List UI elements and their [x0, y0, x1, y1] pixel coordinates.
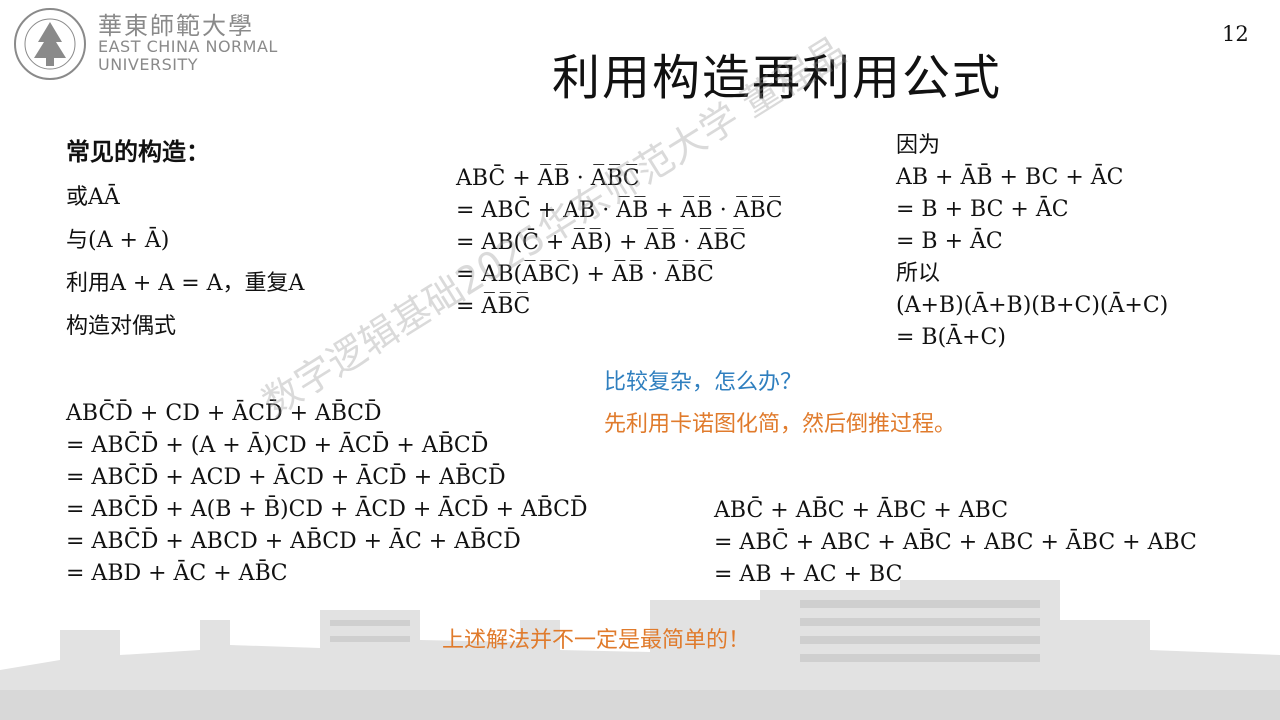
answer-note: 先利用卡诺图化简，然后倒推过程。 [604, 412, 957, 437]
derivation-line: ABC̄D̄ + CD + ĀCD̄ + AB̄CD̄ [66, 401, 382, 426]
derivation-bottom-left: ABC̄D̄ + CD + ĀCD̄ + AB̄CD̄ = ABC̄D̄ + (… [66, 398, 588, 590]
derivation-line: = A̅B̅C̅ [456, 294, 531, 319]
derivation-line: ABC̄ + AB̄C + ĀBC + ABC [714, 498, 1009, 523]
derivation-line: = ABC̄ + ABC + AB̄C + ABC + ĀBC + ABC [714, 530, 1197, 555]
question-note: 比较复杂，怎么办？ [604, 370, 803, 395]
construct-item: 构造对偶式 [66, 314, 177, 339]
university-name-en-line2: UNIVERSITY [98, 55, 198, 74]
derivation-line: = ABC̄D̄ + ABCD + AB̄CD + ĀC + AB̄CD̄ [66, 529, 521, 554]
bottom-note: 上述解法并不一定是最简单的！ [442, 628, 751, 653]
derivation-right: 因为 AB + ĀB̄ + BC + ĀC = B + BC + ĀC = B … [896, 130, 1168, 354]
derivation-line: = ABC̄D̄ + A(B + B̄)CD + ĀCD + ĀCD̄ + AB… [66, 497, 588, 522]
derivation-line: ABC̄ + A̅B̅ · A̅B̅C̅ [456, 166, 640, 191]
derivation-line: = B + BC + ĀC [896, 197, 1069, 222]
derivation-line: = ABC̄D̄ + ACD + ĀCD + ĀCD̄ + AB̄CD̄ [66, 465, 506, 490]
derivation-line: = AB + AC + BC [714, 562, 903, 587]
university-name-en: EAST CHINA NORMAL UNIVERSITY [98, 38, 278, 74]
derivation-line: = B + ĀC [896, 229, 1003, 254]
derivation-bottom-right: ABC̄ + AB̄C + ĀBC + ABC = ABC̄ + ABC + A… [714, 495, 1197, 591]
page-number: 12 [1222, 22, 1249, 46]
derivation-middle: ABC̄ + A̅B̅ · A̅B̅C̅ = ABC̄ + AB · A̅B̅ … [456, 163, 783, 323]
slide-title: 利用构造再利用公式 [552, 50, 1003, 106]
construct-list: 或AĀ 与(A + Ā) 利用A + A = A，重复A 构造对偶式 [66, 176, 304, 348]
construct-item: 或AĀ [66, 185, 120, 210]
construct-heading: 常见的构造： [66, 138, 210, 166]
derivation-line: = ABC̄ + AB · A̅B̅ + A̅B̅ · A̅B̅C̅ [456, 198, 783, 223]
derivation-line: = ABD + ĀC + AB̄C [66, 561, 288, 586]
derivation-line: = AB(C̄ + A̅B̅) + A̅B̅ · A̅B̅C̅ [456, 230, 747, 255]
university-seal-icon [14, 8, 86, 80]
university-name-en-line1: EAST CHINA NORMAL [98, 37, 278, 56]
derivation-line: = B(Ā+C) [896, 325, 1006, 350]
construct-item: 利用A + A = A，重复A [66, 271, 305, 296]
derivation-line: AB + ĀB̄ + BC + ĀC [896, 165, 1124, 190]
derivation-line: (A+B)(Ā+B)(B+C)(Ā+C) [896, 293, 1169, 318]
derivation-line: 因为 [896, 133, 941, 158]
derivation-line: 所以 [896, 261, 941, 286]
derivation-line: = ABC̄D̄ + (A + Ā)CD + ĀCD̄ + AB̄CD̄ [66, 433, 489, 458]
university-name-cn: 華東師範大學 [98, 12, 254, 40]
construct-item: 与(A + Ā) [66, 228, 170, 253]
derivation-line: = AB(A̅B̅C̅) + A̅B̅ · A̅B̅C̅ [456, 262, 714, 287]
